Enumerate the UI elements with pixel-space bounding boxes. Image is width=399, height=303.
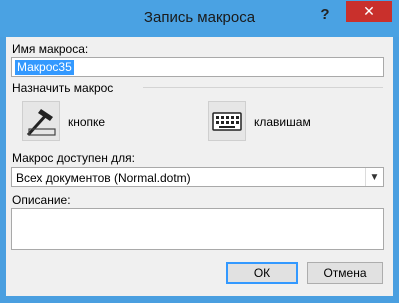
ok-button[interactable]: ОК	[226, 262, 298, 284]
assign-to-button-button[interactable]	[22, 101, 60, 141]
title-bar[interactable]: Запись макроса ? ✕	[0, 0, 399, 37]
help-button[interactable]: ?	[314, 4, 336, 26]
description-input[interactable]	[11, 208, 384, 250]
macro-name-value: Макрос35	[15, 60, 74, 75]
assign-macro-label: Назначить макрос	[12, 81, 114, 95]
close-icon: ✕	[363, 3, 375, 19]
available-for-label: Макрос доступен для:	[12, 151, 136, 165]
macro-name-input[interactable]: Макрос35	[11, 57, 384, 77]
assign-to-keyboard-label[interactable]: клавишам	[254, 115, 311, 129]
dialog-body: Имя макроса: Макрос35 Назначить макрос к…	[6, 37, 393, 296]
record-macro-dialog: Запись макроса ? ✕ Имя макроса: Макрос35…	[0, 0, 399, 303]
available-for-select[interactable]: Всех документов (Normal.dotm) ▼	[11, 167, 384, 187]
assign-to-keyboard-button[interactable]	[208, 101, 246, 141]
cancel-button[interactable]: Отмена	[307, 262, 383, 284]
keyboard-icon	[212, 112, 242, 131]
chevron-down-icon[interactable]: ▼	[365, 168, 383, 186]
description-label: Описание:	[12, 193, 71, 207]
assign-to-button-label[interactable]: кнопке	[68, 115, 105, 129]
close-button[interactable]: ✕	[346, 1, 392, 22]
assign-group-divider	[143, 87, 383, 88]
macro-name-label: Имя макроса:	[12, 42, 88, 56]
dialog-title: Запись макроса	[143, 9, 256, 26]
hammer-icon	[26, 109, 56, 137]
macro-name-label-text: Имя макроса:	[12, 42, 89, 56]
available-for-value: Всех документов (Normal.dotm)	[16, 171, 191, 185]
